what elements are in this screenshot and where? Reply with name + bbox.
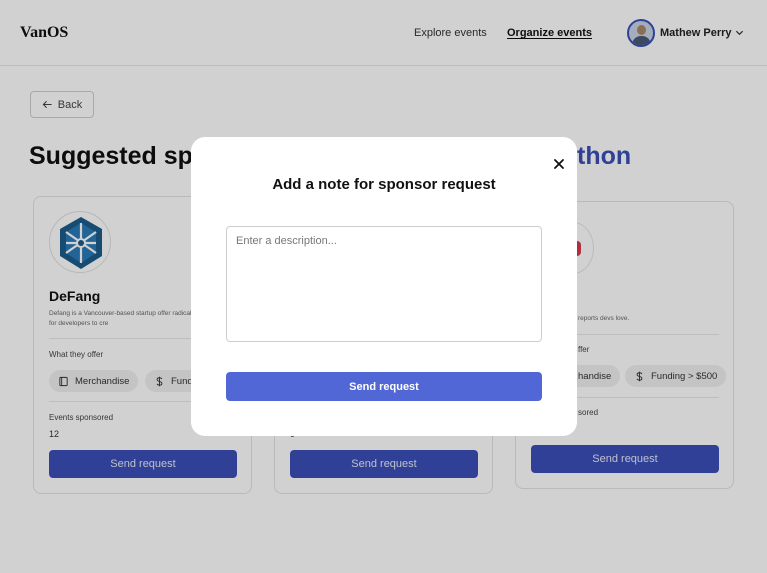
close-icon[interactable] — [552, 157, 566, 171]
modal-send-request-button[interactable]: Send request — [226, 372, 542, 401]
modal-title: Add a note for sponsor request — [272, 176, 496, 193]
description-textarea[interactable] — [226, 226, 542, 342]
